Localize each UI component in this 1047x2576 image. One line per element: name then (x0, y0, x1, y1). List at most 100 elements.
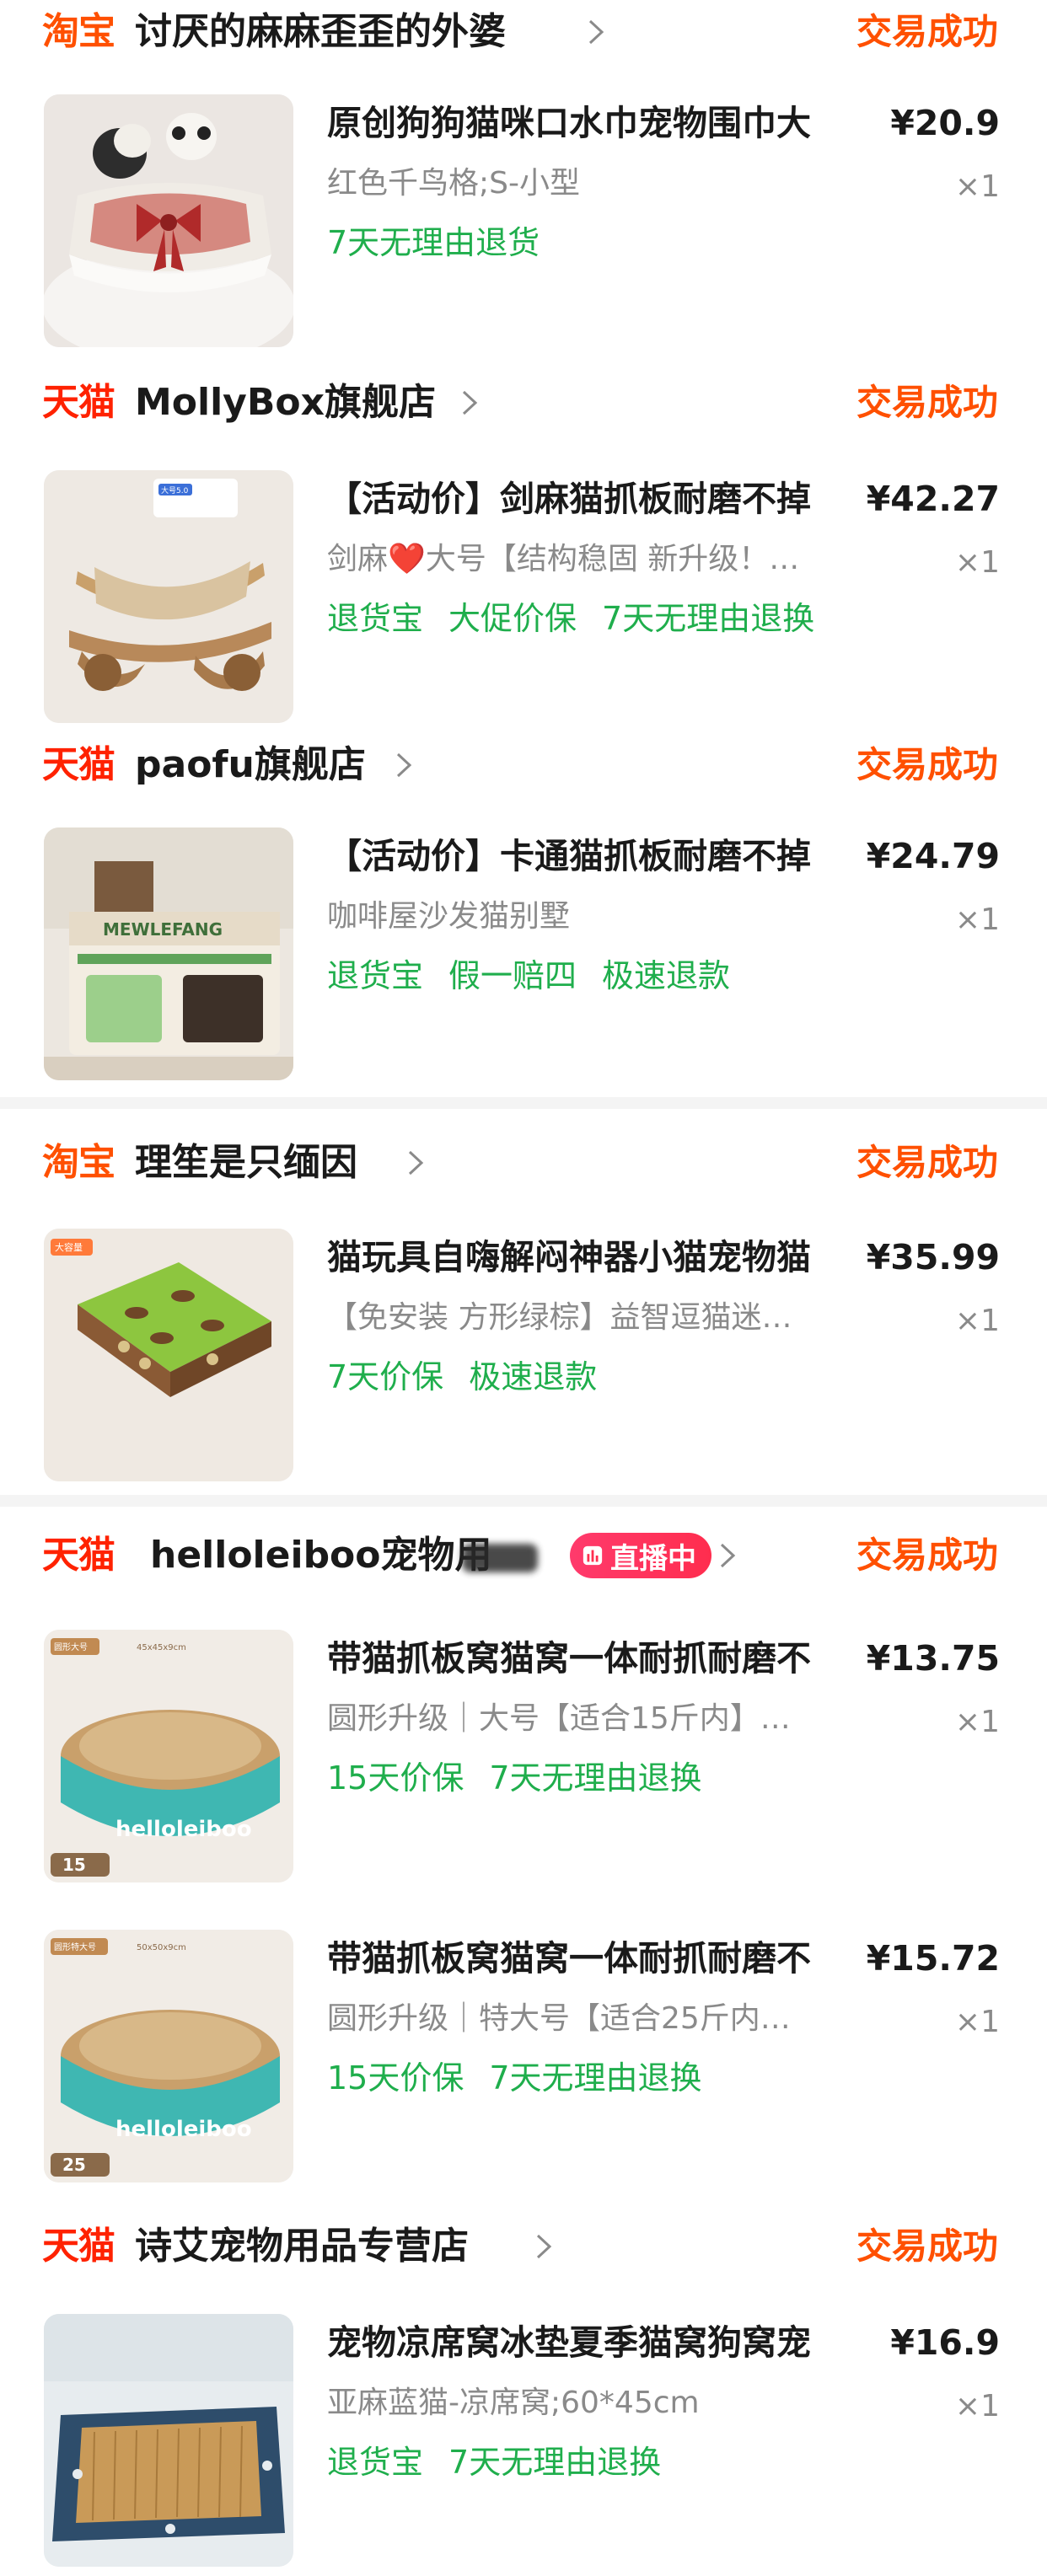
service-tag: 7天价保 (327, 1358, 444, 1395)
thumb-size-text: 50x50x9cm (137, 1943, 186, 1952)
product-sku: 咖啡屋沙发猫别墅 (327, 899, 571, 934)
order-card: 天猫 helloleiboo宠物用 直播中 交易成功 圆形大号 45x45x9c… (0, 1507, 1047, 2206)
shop-name[interactable]: 理笙是只缅因 (135, 1131, 357, 1195)
product-price: ¥24.79 (866, 836, 1000, 876)
service-tag: 假一赔四 (448, 957, 577, 994)
shop-header[interactable]: 天猫 诗艾宠物用品专营店 交易成功 (0, 2215, 1047, 2279)
thumb-label-text: 圆形大号 (54, 1641, 88, 1652)
platform-logo-taobao: 淘宝 (42, 1141, 115, 1184)
product-sku: 剑麻❤️大号【结构稳固 新升级！… (327, 542, 800, 576)
product-sku: 圆形升级｜大号【适合15斤内】… (327, 1701, 791, 1736)
service-tag: 7天无理由退换 (602, 600, 815, 637)
chevron-right-icon[interactable] (455, 371, 484, 435)
shop-name[interactable]: 讨厌的麻麻歪歪的外婆 (135, 0, 506, 64)
shop-header[interactable]: 天猫 helloleiboo宠物用 直播中 交易成功 (0, 1524, 1047, 1588)
live-badge-label: 直播中 (610, 1541, 696, 1576)
chevron-right-icon[interactable] (582, 0, 610, 64)
order-status: 交易成功 (856, 2225, 998, 2267)
order-item[interactable]: 大容量 猫玩具自嗨解闷神器小猫宠物猫 ¥35.99 【免安装 方形绿棕】益智逗猫… (0, 1229, 1047, 1481)
chevron-right-icon[interactable] (713, 1524, 742, 1588)
product-price: ¥35.99 (866, 1237, 1000, 1277)
order-item[interactable]: 圆形大号 45x45x9cm helloleiboo 15 带猫抓板窝猫窝一体耐… (0, 1630, 1047, 1882)
platform-logo-tmall: 天猫 (42, 381, 115, 424)
order-status: 交易成功 (856, 1142, 998, 1183)
product-price: ¥13.75 (866, 1638, 1000, 1679)
order-item[interactable]: 宠物凉席窝冰垫夏季猫窝狗窝宠 ¥16.9 亚麻蓝猫-凉席窝;60*45cm ×1… (0, 2314, 1047, 2567)
product-title[interactable]: 带猫抓板窝猫窝一体耐抓耐磨不 (327, 1933, 850, 1984)
section-divider (0, 1495, 1047, 1507)
order-item[interactable]: 圆形特大号 50x50x9cm helloleiboo 25 带猫抓板窝猫窝一体… (0, 1930, 1047, 2182)
product-sku: 亚麻蓝猫-凉席窝;60*45cm (327, 2386, 700, 2420)
product-thumbnail[interactable]: 圆形大号 45x45x9cm helloleiboo 15 (44, 1630, 293, 1882)
product-price: ¥15.72 (866, 1938, 1000, 1979)
order-status: 交易成功 (856, 11, 998, 52)
service-tag: 退货宝 (327, 600, 424, 637)
shop-name[interactable]: MollyBox旗舰店 (135, 371, 436, 435)
shop-header[interactable]: 天猫 MollyBox旗舰店 交易成功 (0, 371, 1047, 435)
product-title[interactable]: 原创狗狗猫咪口水巾宠物围巾大 (327, 98, 850, 148)
product-quantity: ×1 (954, 545, 1000, 580)
shop-header[interactable]: 淘宝 讨厌的麻麻歪歪的外婆 交易成功 (0, 0, 1047, 64)
order-item[interactable]: MEWLEFANG 【活动价】卡通猫抓板耐磨不掉 ¥24.79 咖啡屋沙发猫别墅… (0, 827, 1047, 1080)
thumb-weight-text: 15 (62, 1855, 86, 1875)
product-title[interactable]: 带猫抓板窝猫窝一体耐抓耐磨不 (327, 1633, 850, 1684)
service-tags: 7天价保 极速退款 (327, 1353, 622, 1400)
product-thumbnail[interactable]: 大容量 (44, 1229, 293, 1481)
platform-logo-taobao: 淘宝 (42, 10, 115, 53)
shop-name[interactable]: 诗艾宠物用品专营店 (135, 2215, 469, 2279)
service-tag: 极速退款 (469, 1358, 598, 1395)
live-badge[interactable]: 直播中 (570, 1533, 711, 1578)
order-card: 淘宝 讨厌的麻麻歪歪的外婆 交易成功 原创狗狗猫咪口水巾宠物围巾大 ¥20.9 … (0, 0, 1047, 362)
order-status: 交易成功 (856, 1534, 998, 1576)
product-title[interactable]: 【活动价】卡通猫抓板耐磨不掉 (327, 831, 850, 881)
product-thumbnail[interactable] (44, 2314, 293, 2567)
shop-header[interactable]: 天猫 paofu旗舰店 交易成功 (0, 733, 1047, 797)
thumb-sign-text: MEWLEFANG (103, 919, 223, 940)
product-title[interactable]: 【活动价】剑麻猫抓板耐磨不掉 (327, 474, 850, 524)
product-quantity: ×1 (954, 902, 1000, 937)
service-tags: 7天无理由退货 (327, 219, 565, 266)
service-tag: 退货宝 (327, 957, 424, 994)
chevron-right-icon[interactable] (529, 2215, 558, 2279)
chevron-right-icon[interactable] (401, 1131, 430, 1195)
order-status: 交易成功 (856, 744, 998, 785)
thumb-weight-text: 25 (62, 2155, 86, 2175)
service-tag: 7天无理由退换 (448, 2444, 662, 2481)
service-tag: 极速退款 (602, 957, 731, 994)
thumb-badge-text: 大容量 (55, 1241, 83, 1253)
shop-name[interactable]: paofu旗舰店 (135, 733, 366, 797)
product-quantity: ×1 (954, 169, 1000, 204)
thumb-brand-text: helloleiboo (115, 1817, 252, 1842)
product-title[interactable]: 宠物凉席窝冰垫夏季猫窝狗窝宠 (327, 2317, 850, 2368)
service-tag: 7天无理由退换 (489, 1759, 702, 1797)
product-thumbnail[interactable]: MEWLEFANG (44, 827, 293, 1080)
service-tag: 大促价保 (448, 600, 577, 637)
shop-name[interactable]: helloleiboo宠物用 (150, 1524, 492, 1588)
platform-logo-tmall: 天猫 (42, 2225, 115, 2268)
product-quantity: ×1 (954, 2389, 1000, 2423)
order-item[interactable]: 原创狗狗猫咪口水巾宠物围巾大 ¥20.9 红色千鸟格;S-小型 ×1 7天无理由… (0, 94, 1047, 347)
order-card: 淘宝 理笙是只缅因 交易成功 大容量 猫玩具自嗨解闷神器小猫宠物猫 ¥35.99… (0, 1109, 1047, 1495)
product-sku: 圆形升级｜特大号【适合25斤内… (327, 2001, 791, 2036)
order-item[interactable]: 大号5.0 【活动价】剑麻猫抓板耐磨不掉 ¥42.27 剑麻❤️大号【结构稳固 … (0, 470, 1047, 723)
product-price: ¥20.9 (890, 103, 1000, 143)
order-card: 天猫 MollyBox旗舰店 交易成功 大号5.0 【活动价】剑麻猫抓板耐磨不掉… (0, 371, 1047, 725)
product-title[interactable]: 猫玩具自嗨解闷神器小猫宠物猫 (327, 1232, 850, 1283)
product-thumbnail[interactable] (44, 94, 293, 347)
shop-header[interactable]: 淘宝 理笙是只缅因 交易成功 (0, 1131, 1047, 1195)
redacted-text (462, 1544, 538, 1572)
section-divider (0, 1097, 1047, 1109)
service-tags: 15天价保 7天无理由退换 (327, 1754, 728, 1802)
product-thumbnail[interactable]: 大号5.0 (44, 470, 293, 723)
chevron-right-icon[interactable] (389, 733, 418, 797)
service-tags: 退货宝 假一赔四 极速退款 (327, 952, 755, 999)
thumb-badge-text: 大号5.0 (161, 485, 189, 495)
product-thumbnail[interactable]: 圆形特大号 50x50x9cm helloleiboo 25 (44, 1930, 293, 2182)
platform-logo-tmall: 天猫 (42, 743, 115, 786)
product-sku: 【免安装 方形绿棕】益智逗猫迷… (327, 1300, 792, 1335)
service-tag: 15天价保 (327, 2059, 464, 2097)
service-tags: 15天价保 7天无理由退换 (327, 2054, 728, 2102)
order-card: 天猫 paofu旗舰店 交易成功 MEWLEFANG 【活动价】卡通猫抓板耐磨不… (0, 733, 1047, 1095)
service-tag: 7天无理由退换 (489, 2059, 702, 2097)
service-tag: 退货宝 (327, 2444, 424, 2481)
